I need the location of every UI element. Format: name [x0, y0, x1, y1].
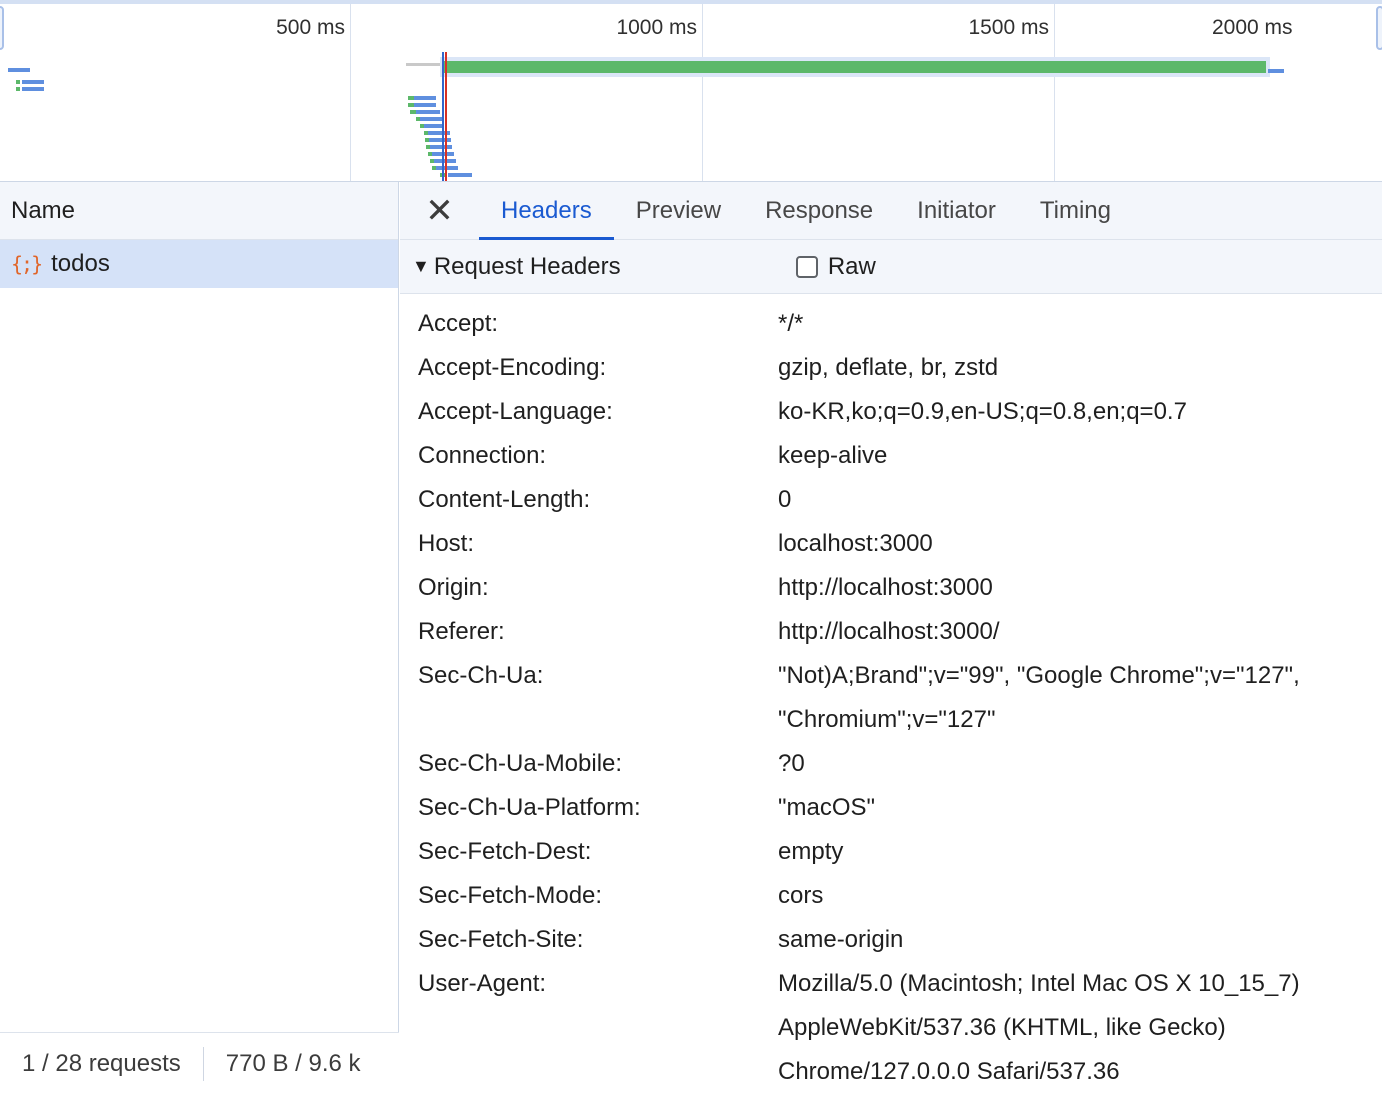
header-value[interactable]: http://localhost:3000/	[778, 610, 1338, 654]
tab-timing[interactable]: Timing	[1018, 182, 1133, 239]
header-value[interactable]: same-origin	[778, 918, 1338, 962]
request-bar	[429, 138, 451, 142]
header-name: Origin:	[418, 574, 489, 601]
overview-left-handle[interactable]	[0, 6, 4, 50]
header-row: Referer: http://localhost:3000/	[400, 610, 1382, 654]
request-bar	[420, 117, 442, 121]
header-value[interactable]: http://localhost:3000	[778, 566, 1338, 610]
tab-response[interactable]: Response	[743, 182, 895, 239]
request-bar	[416, 110, 440, 114]
request-bar	[448, 173, 472, 177]
request-list-panel: Name {;} todos 1 / 28 requests 770 B / 9…	[0, 182, 399, 1094]
header-row: Accept-Language: ko-KR,ko;q=0.9,en-US;q=0…	[400, 390, 1382, 434]
raw-checkbox-label[interactable]: Raw	[828, 253, 876, 281]
header-value[interactable]: cors	[778, 874, 1338, 918]
header-value[interactable]: */*	[778, 302, 1338, 346]
header-name: User-Agent:	[418, 970, 547, 997]
header-row: Origin: http://localhost:3000	[400, 566, 1382, 610]
close-details-button[interactable]: ✕	[400, 182, 479, 239]
header-value[interactable]: "Not)A;Brand";v="99", "Google Chrome";v=…	[778, 654, 1338, 742]
header-value[interactable]: "macOS"	[778, 786, 1338, 830]
request-row-todos[interactable]: {;} todos	[0, 240, 398, 288]
request-bar	[406, 63, 440, 66]
network-overview-timeline[interactable]: 500 ms 1000 ms 1500 ms 2000 ms	[0, 0, 1382, 182]
request-bar	[436, 166, 458, 170]
header-name: Referer:	[418, 618, 505, 645]
selected-request-bar	[444, 61, 1266, 73]
header-row: Sec-Ch-Ua-Platform: "macOS"	[400, 786, 1382, 830]
header-row: Connection: keep-alive	[400, 434, 1382, 478]
request-bar	[414, 103, 436, 107]
header-name: Accept-Encoding:	[418, 354, 607, 381]
tab-headers[interactable]: Headers	[479, 182, 614, 240]
grid-line	[1054, 4, 1055, 181]
header-row: Content-Length: 0	[400, 478, 1382, 522]
overview-right-handle[interactable]	[1376, 6, 1382, 50]
request-details-panel: ✕ Headers Preview Response Initiator Tim…	[400, 182, 1382, 1094]
request-bar	[414, 96, 436, 100]
header-value[interactable]: Mozilla/5.0 (Macintosh; Intel Mac OS X 1…	[778, 962, 1338, 1094]
header-value[interactable]: ?0	[778, 742, 1338, 786]
tab-initiator[interactable]: Initiator	[895, 182, 1018, 239]
load-event-marker	[445, 52, 447, 181]
name-column-header[interactable]: Name	[0, 182, 398, 240]
grid-line	[702, 4, 703, 181]
header-value[interactable]: ko-KR,ko;q=0.9,en-US;q=0.8,en;q=0.7	[778, 390, 1338, 434]
header-name: Sec-Fetch-Site:	[418, 926, 584, 953]
request-name: todos	[51, 250, 110, 277]
request-bar	[1268, 69, 1284, 73]
grid-line	[350, 4, 351, 181]
header-name: Sec-Ch-Ua-Platform:	[418, 794, 641, 821]
transferred-size: 770 B / 9.6 k	[225, 1049, 361, 1077]
header-row: Sec-Ch-Ua-Mobile: ?0	[400, 742, 1382, 786]
raw-checkbox[interactable]	[795, 255, 818, 278]
request-bar	[16, 87, 20, 91]
header-value[interactable]: gzip, deflate, br, zstd	[778, 346, 1338, 390]
request-bar	[8, 68, 30, 72]
close-icon: ✕	[425, 191, 454, 230]
header-value[interactable]: localhost:3000	[778, 522, 1338, 566]
tab-preview[interactable]: Preview	[614, 182, 743, 239]
header-name: Accept-Language:	[418, 398, 613, 425]
header-name: Content-Length:	[418, 486, 591, 513]
json-icon: {;}	[11, 252, 43, 276]
header-value[interactable]: 0	[778, 478, 1338, 522]
section-title: Request Headers	[433, 252, 621, 280]
header-row: Accept: */*	[400, 302, 1382, 346]
request-headers-section-header[interactable]: ▼ Request Headers Raw	[400, 240, 1382, 294]
request-bar	[22, 87, 44, 91]
header-name: Sec-Ch-Ua-Mobile:	[418, 750, 623, 777]
header-name: Sec-Ch-Ua:	[418, 662, 544, 689]
header-row: Sec-Ch-Ua: "Not)A;Brand";v="99", "Google …	[400, 654, 1382, 742]
request-bar	[424, 124, 444, 128]
header-value[interactable]: keep-alive	[778, 434, 1338, 478]
header-name: Host:	[418, 530, 475, 557]
request-bar	[430, 145, 452, 149]
header-value[interactable]: empty	[778, 830, 1338, 874]
name-column-label: Name	[11, 196, 76, 224]
header-row: User-Agent: Mozilla/5.0 (Macintosh; Intel…	[400, 962, 1382, 1094]
request-count: 1 / 28 requests	[22, 1049, 181, 1077]
tick-label-2000: 2000 ms	[1212, 16, 1293, 39]
header-row: Sec-Fetch-Site: same-origin	[400, 918, 1382, 962]
request-bar	[16, 80, 20, 84]
tick-label-1500: 1500 ms	[968, 16, 1049, 39]
tick-label-500: 500 ms	[276, 16, 345, 39]
header-row: Sec-Fetch-Dest: empty	[400, 830, 1382, 874]
header-row: Host: localhost:3000	[400, 522, 1382, 566]
expand-triangle-icon: ▼	[412, 256, 430, 276]
header-name: Connection:	[418, 442, 547, 469]
header-row: Accept-Encoding: gzip, deflate, br, zstd	[400, 346, 1382, 390]
request-headers-list: Accept: */* Accept-Encoding: gzip, deflate,…	[400, 294, 1382, 1094]
status-footer: 1 / 28 requests 770 B / 9.6 k	[0, 1032, 399, 1094]
header-row: Sec-Fetch-Mode: cors	[400, 874, 1382, 918]
header-name: Sec-Fetch-Mode:	[418, 882, 603, 909]
header-name: Sec-Fetch-Dest:	[418, 838, 592, 865]
dom-content-loaded-marker	[442, 52, 444, 181]
request-bar	[22, 80, 44, 84]
tick-label-1000: 1000 ms	[616, 16, 697, 39]
header-name: Accept:	[418, 310, 499, 337]
details-tab-bar: ✕ Headers Preview Response Initiator Tim…	[400, 182, 1382, 240]
